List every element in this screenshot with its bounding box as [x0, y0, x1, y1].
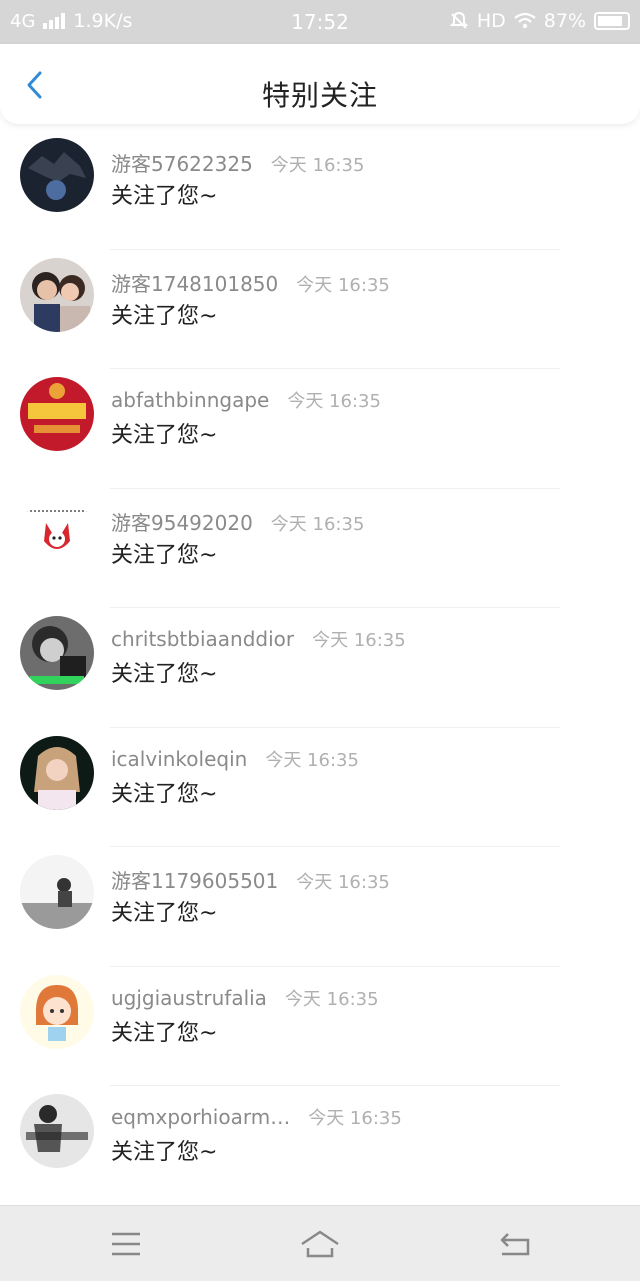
list-item[interactable]: abfathbinngape 今天 16:35 关注了您~ — [0, 369, 640, 489]
message: 关注了您~ — [111, 662, 218, 687]
avatar[interactable] — [20, 138, 94, 212]
item-header: 游客1748101850 今天 16:35 — [111, 268, 390, 297]
list-item[interactable]: eqmxporhioarm… 今天 16:35 关注了您~ — [0, 1086, 640, 1206]
item-header: eqmxporhioarm… 今天 16:35 — [111, 1104, 402, 1130]
status-right: HD 87% — [449, 10, 630, 32]
username[interactable]: icalvinkoleqin — [111, 747, 247, 771]
menu-icon[interactable] — [104, 1224, 148, 1264]
list-item[interactable]: 游客57622325 今天 16:35 关注了您~ — [0, 130, 640, 250]
system-nav-bar — [0, 1205, 640, 1281]
message: 关注了您~ — [111, 542, 218, 568]
timestamp: 今天 16:35 — [296, 872, 390, 893]
message: 关注了您~ — [111, 781, 218, 807]
item-header: ugjgiaustrufalia 今天 16:35 — [111, 985, 379, 1011]
follower-list: 游客57622325 今天 16:35 关注了您~ 游客1748101850 今天 … — [0, 130, 640, 1206]
username[interactable]: chritsbtbiaanddior — [111, 627, 294, 651]
message: 关注了您~ — [111, 901, 218, 926]
message: 关注了您~ — [111, 303, 218, 329]
avatar[interactable] — [20, 855, 94, 929]
status-bar: 4G 1.9K/s 17:52 HD 87% — [0, 0, 640, 44]
timestamp: 今天 16:35 — [265, 749, 359, 771]
item-header: 游客57622325 今天 16:35 — [111, 148, 364, 177]
header: 特别关注 — [0, 44, 640, 124]
message: 关注了您~ — [111, 423, 218, 448]
list-item[interactable]: 游客1179605501 今天 16:35 关注了您~ — [0, 847, 640, 967]
item-header: chritsbtbiaanddior 今天 16:35 — [111, 626, 406, 652]
list-item[interactable]: 游客1748101850 今天 16:35 关注了您~ — [0, 250, 640, 370]
message: 关注了您~ — [111, 1020, 218, 1046]
message: 关注了您~ — [111, 1140, 218, 1165]
avatar[interactable] — [20, 496, 94, 571]
timestamp: 今天 16:35 — [284, 988, 379, 1010]
item-header: icalvinkoleqin 今天 16:35 — [111, 746, 359, 772]
mute-bell-icon — [449, 11, 469, 29]
wifi-icon — [514, 12, 536, 29]
message: 关注了您~ — [111, 184, 218, 209]
timestamp: 今天 16:35 — [312, 630, 406, 651]
battery-percent: 87% — [543, 10, 586, 32]
home-icon[interactable] — [298, 1224, 342, 1264]
username[interactable]: abfathbinngape — [111, 388, 269, 412]
timestamp: 今天 16:35 — [270, 513, 365, 535]
username[interactable]: 游客1179605501 — [111, 869, 278, 893]
avatar[interactable] — [20, 1094, 94, 1168]
avatar[interactable] — [20, 735, 94, 810]
page-title: 特别关注 — [261, 79, 378, 112]
timestamp: 今天 16:35 — [287, 391, 381, 412]
list-item[interactable]: ugjgiaustrufalia 今天 16:35 关注了您~ — [0, 967, 640, 1087]
avatar[interactable] — [20, 974, 94, 1049]
avatar[interactable] — [20, 616, 94, 690]
battery-icon — [594, 12, 630, 30]
timestamp: 今天 16:35 — [308, 1108, 402, 1129]
item-header: 游客1179605501 今天 16:35 — [111, 865, 390, 894]
avatar[interactable] — [20, 377, 94, 451]
list-item[interactable]: icalvinkoleqin 今天 16:35 关注了您~ — [0, 728, 640, 848]
item-header: 游客95492020 今天 16:35 — [111, 507, 364, 536]
username[interactable]: 游客57622325 — [111, 152, 253, 176]
timestamp: 今天 16:35 — [270, 155, 365, 176]
timestamp: 今天 16:35 — [296, 274, 390, 296]
username[interactable]: ugjgiaustrufalia — [111, 986, 267, 1010]
back-icon[interactable] — [494, 1224, 538, 1264]
username[interactable]: 游客95492020 — [111, 511, 253, 535]
hd-indicator: HD — [476, 10, 506, 32]
list-item[interactable]: 游客95492020 今天 16:35 关注了您~ — [0, 489, 640, 609]
username[interactable]: 游客1748101850 — [111, 272, 278, 296]
avatar[interactable] — [20, 257, 94, 332]
list-item[interactable]: chritsbtbiaanddior 今天 16:35 关注了您~ — [0, 608, 640, 728]
item-header: abfathbinngape 今天 16:35 — [111, 387, 381, 413]
username[interactable]: eqmxporhioarm… — [111, 1105, 290, 1129]
